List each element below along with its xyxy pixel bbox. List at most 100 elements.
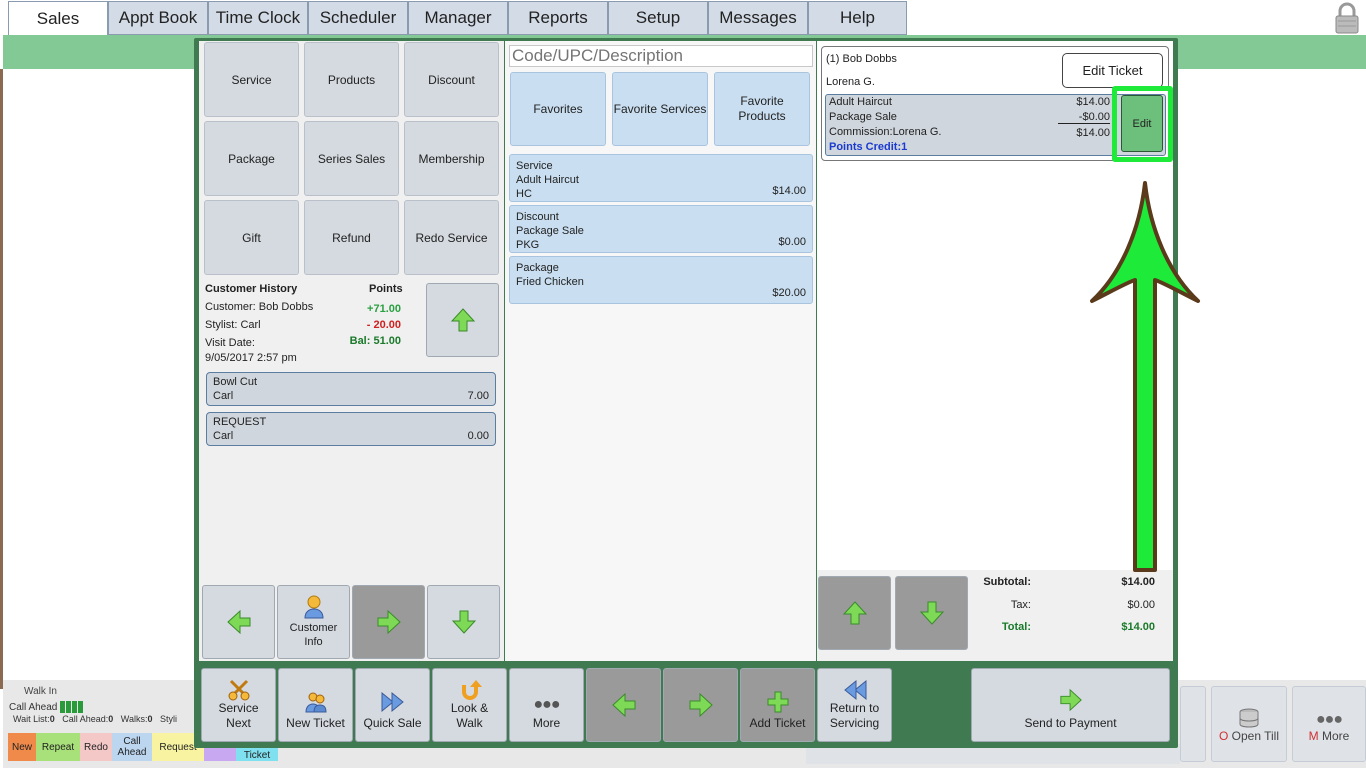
open-till-button[interactable]: O Open Till — [1211, 686, 1287, 762]
history-item-name: Bowl Cut — [213, 376, 258, 388]
ticket-customer: (1) Bob Dobbs — [826, 53, 897, 65]
category-discount-button[interactable]: Discount — [404, 42, 499, 117]
item-type: Service — [516, 160, 553, 172]
dots-icon: ●●● — [533, 696, 561, 713]
ticket-scroll-up-button[interactable] — [818, 576, 891, 650]
arrow-down-icon — [451, 610, 476, 634]
add-ticket-button[interactable]: Add Ticket — [740, 668, 815, 742]
history-item[interactable]: REQUEST Carl 0.00 — [206, 412, 496, 446]
call-ahead-label: Call Ahead — [9, 702, 58, 713]
edit-line-button[interactable]: Edit — [1121, 95, 1163, 152]
open-till-marker: O — [1218, 729, 1232, 743]
wait-stats: Wait List:0 Call Ahead:0 Walks:0 Styli — [13, 714, 178, 724]
bottom-prev-button[interactable] — [586, 668, 661, 742]
history-stylist: Stylist: Carl — [205, 319, 261, 331]
item-price: $0.00 — [778, 236, 806, 248]
more-label: More — [532, 716, 561, 730]
tab-appt-book[interactable]: Appt Book — [108, 1, 208, 35]
new-ticket-button[interactable]: New Ticket — [278, 668, 353, 742]
send-to-payment-button[interactable]: Send to Payment — [971, 668, 1170, 742]
ticket-line1: Adult Haircut — [829, 96, 892, 108]
back-more-button[interactable]: ●●● M More — [1292, 686, 1366, 762]
edit-ticket-button[interactable]: Edit Ticket — [1062, 53, 1163, 88]
legend-repeat: Repeat — [36, 733, 80, 761]
tab-reports[interactable]: Reports — [508, 1, 608, 35]
item-name: Fried Chicken — [516, 276, 584, 288]
category-service-button[interactable]: Service — [204, 42, 299, 117]
history-item-price: 7.00 — [467, 390, 489, 402]
history-scroll-up-button[interactable] — [426, 283, 499, 357]
return-to-servicing-button[interactable]: Return to Servicing — [817, 668, 892, 742]
category-refund-button[interactable]: Refund — [304, 200, 399, 275]
tab-messages[interactable]: Messages — [708, 1, 808, 35]
item-card[interactable]: Service Adult Haircut HC $14.00 — [509, 154, 813, 202]
tax-value: $0.00 — [1127, 599, 1155, 611]
item-code: HC — [516, 188, 532, 200]
favorite-services-button[interactable]: Favorite Services — [612, 72, 708, 146]
tab-sales[interactable]: Sales — [8, 1, 108, 35]
subtotal-label: Subtotal: — [983, 576, 1031, 588]
dots-icon: ●●● — [1316, 711, 1343, 728]
tab-time-clock[interactable]: Time Clock — [208, 1, 308, 35]
category-products-button[interactable]: Products — [304, 42, 399, 117]
person-icon — [303, 595, 324, 619]
call-ahead-bars — [60, 701, 84, 713]
total-value: $14.00 — [1121, 621, 1155, 633]
add-ticket-label: Add Ticket — [749, 716, 806, 730]
send-to-payment-label: Send to Payment — [1024, 716, 1117, 730]
ticket-points-credit: Points Credit:1 — [829, 141, 908, 153]
annotation-arrow-icon — [1090, 181, 1200, 572]
arrow-left-icon — [611, 692, 635, 718]
history-visit-date: 9/05/2017 2:57 pm — [205, 352, 297, 364]
history-item-stylist: Carl — [213, 430, 234, 442]
tab-manager[interactable]: Manager — [408, 1, 508, 35]
category-membership-button[interactable]: Membership — [404, 121, 499, 196]
fast-forward-icon — [381, 691, 404, 713]
item-card[interactable]: Package Fried Chicken $20.00 — [509, 256, 813, 304]
customer-info-button[interactable]: Customer Info — [277, 585, 350, 659]
scissors-icon — [228, 679, 249, 701]
points-balance: Bal: 51.00 — [349, 335, 401, 347]
history-item-name: REQUEST — [213, 416, 267, 428]
lock-icon[interactable] — [1334, 2, 1360, 34]
favorite-products-button[interactable]: Favorite Products — [714, 72, 810, 146]
bottom-next-button[interactable] — [663, 668, 738, 742]
category-series-sales-button[interactable]: Series Sales — [304, 121, 399, 196]
service-next-button[interactable]: Service Next — [201, 668, 276, 742]
next-button[interactable] — [352, 585, 425, 659]
arrow-right-icon — [377, 609, 401, 635]
tax-label: Tax: — [1010, 599, 1031, 611]
return-label: Return to Servicing — [829, 701, 880, 730]
history-scroll-down-button[interactable] — [427, 585, 500, 659]
more-button[interactable]: ●●● More — [509, 668, 584, 742]
item-card[interactable]: Discount Package Sale PKG $0.00 — [509, 205, 813, 253]
more-marker: M — [1308, 729, 1322, 743]
subtotal-value: $14.00 — [1121, 576, 1155, 588]
category-gift-button[interactable]: Gift — [204, 200, 299, 275]
tab-setup[interactable]: Setup — [608, 1, 708, 35]
history-customer: Customer: Bob Dobbs — [205, 301, 314, 313]
history-item-stylist: Carl — [213, 390, 234, 402]
tab-help[interactable]: Help — [808, 1, 907, 35]
ticket-line3-price: $14.00 — [1076, 127, 1110, 139]
category-redo-service-button[interactable]: Redo Service — [404, 200, 499, 275]
look-walk-button[interactable]: Look & Walk — [432, 668, 507, 742]
arrow-left-icon — [226, 609, 250, 635]
ticket-line2-price: -$0.00 — [1058, 111, 1110, 124]
tab-scheduler[interactable]: Scheduler — [308, 1, 408, 35]
legend-call-ahead: Call Ahead — [112, 733, 152, 761]
history-item-price: 0.00 — [467, 430, 489, 442]
legend-new: New — [8, 733, 36, 761]
u-turn-icon — [461, 680, 482, 700]
search-input[interactable] — [509, 45, 813, 67]
item-name: Adult Haircut — [516, 174, 579, 186]
quick-sale-label: Quick Sale — [363, 716, 422, 730]
back-button-partial[interactable] — [1180, 686, 1206, 762]
people-icon — [304, 692, 327, 713]
category-package-button[interactable]: Package — [204, 121, 299, 196]
quick-sale-button[interactable]: Quick Sale — [355, 668, 430, 742]
history-item[interactable]: Bowl Cut Carl 7.00 — [206, 372, 496, 406]
prev-button[interactable] — [202, 585, 275, 659]
favorites-button[interactable]: Favorites — [510, 72, 606, 146]
item-price: $14.00 — [772, 185, 806, 197]
